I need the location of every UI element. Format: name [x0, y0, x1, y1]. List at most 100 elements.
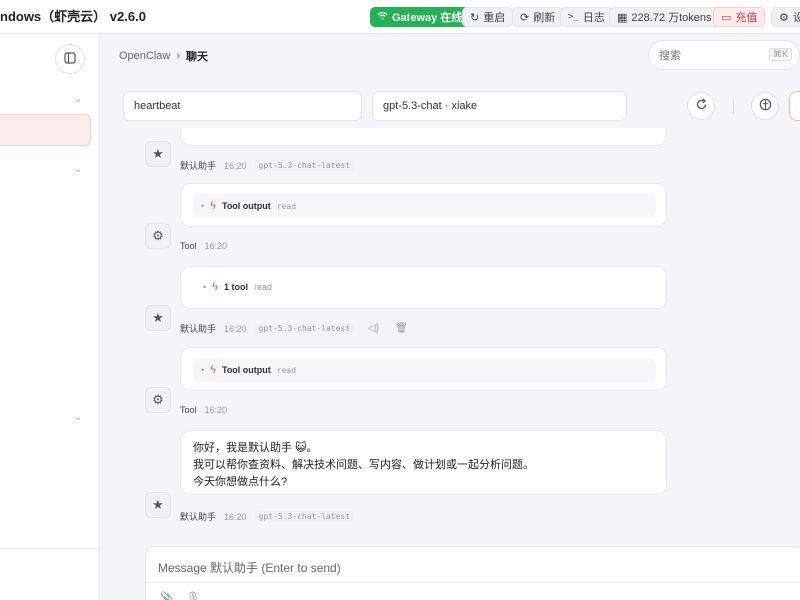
logs-label: 日志	[582, 12, 605, 24]
message-composer[interactable]: Message 默认助手 (Enter to send) 📎 🎙	[145, 546, 800, 600]
recharge-button[interactable]: ▭ 充值	[713, 7, 766, 27]
breadcrumb-separator: ›	[176, 50, 181, 62]
calendar-icon: ▦	[617, 11, 628, 24]
paperclip-icon[interactable]: 📎	[160, 591, 174, 600]
breadcrumb: OpenClaw › 聊天	[119, 48, 208, 64]
sender-name: 默认助手	[180, 161, 217, 171]
microphone-icon[interactable]: 🎙	[186, 591, 200, 600]
recharge-label: 充值	[735, 12, 758, 24]
star-icon: ★	[152, 497, 164, 512]
sidebar-item-active[interactable]	[0, 114, 91, 146]
tool-output-bubble: • ϟ Tool output read	[180, 347, 667, 391]
breadcrumb-root[interactable]: OpenClaw	[119, 50, 170, 62]
sender-name: Tool	[180, 405, 197, 415]
gear-icon: ⚙	[152, 392, 164, 407]
top-bar: ndows（虾壳云） v2.6.0 Gateway 在线 ↻ 重启 ⟳ 刷新 >…	[0, 0, 800, 34]
tool-avatar: ⚙	[145, 387, 171, 413]
model-tag: gpt-5.3-chat-latest	[254, 323, 355, 334]
model-tag: gpt-5.3-chat-latest	[254, 511, 355, 522]
message-meta: 默认助手 16:20 gpt-5.3-chat-latest	[180, 159, 355, 172]
tool-label: Tool output	[221, 365, 271, 375]
sender-name: Tool	[180, 241, 197, 251]
message-meta: 默认助手 16:20 gpt-5.3-chat-latest ◁) 🗑	[180, 322, 408, 335]
tool-arg: read	[276, 365, 297, 375]
tool-output-row[interactable]: • ϟ Tool output read	[193, 358, 656, 382]
assistant-message-bubble: 你好，我是默认助手 😺。 我可以帮你查资料、解决技术问题、写内容、做计划或一起分…	[180, 430, 667, 495]
composer-divider	[146, 582, 800, 583]
chevron-down-icon[interactable]: ⌄	[74, 164, 82, 175]
message-meta: Tool 16:20	[180, 405, 227, 415]
lightning-icon: ϟ	[212, 281, 218, 293]
sidebar-divider	[0, 548, 100, 549]
message-time: 16:20	[204, 405, 228, 415]
session-select[interactable]: heartbeat	[123, 91, 362, 121]
tool-label: Tool output	[221, 201, 271, 211]
restart-button[interactable]: ↻ 重启	[462, 7, 514, 27]
message-input[interactable]: Message 默认助手 (Enter to send)	[158, 559, 341, 576]
message-time: 16:20	[224, 323, 247, 334]
assistant-avatar: ★	[145, 141, 171, 167]
refresh-button[interactable]: ⟳ 刷新	[512, 7, 564, 27]
message-time: 16:20	[224, 511, 247, 522]
model-select[interactable]: gpt-5.3-chat · xiake	[372, 91, 627, 121]
speaker-icon[interactable]: ◁)	[368, 323, 379, 334]
assistant-avatar: ★	[145, 305, 171, 331]
sender-name: 默认助手	[180, 324, 217, 334]
tool-arg: read	[276, 201, 297, 211]
chevron-down-icon[interactable]: ⌄	[74, 94, 82, 105]
brain-icon	[759, 98, 772, 114]
search-placeholder: 搜索	[659, 50, 681, 62]
assistant-avatar: ★	[145, 492, 171, 518]
message-meta: Tool 16:20	[180, 241, 227, 251]
wifi-icon	[377, 11, 388, 23]
tool-output-bubble: • ϟ Tool output read	[180, 183, 667, 227]
logs-button[interactable]: >_ 日志	[560, 7, 613, 27]
tool-avatar: ⚙	[145, 223, 171, 249]
think-toggle-button[interactable]	[751, 92, 779, 120]
message-time: 16:20	[224, 160, 247, 171]
bullet-icon: •	[201, 365, 205, 375]
message-line: 你好，我是默认助手 😺。	[193, 442, 318, 454]
refresh-chat-button[interactable]	[687, 92, 715, 120]
gear-icon: ⚙	[152, 228, 164, 243]
tool-call-row[interactable]: • ϟ 1 tool read	[203, 281, 272, 293]
settings-label: 设	[792, 12, 800, 24]
refresh-icon: ⟳	[520, 11, 530, 24]
sidebar: ⌄ ⌄ ⌄	[0, 34, 100, 600]
toolbar-divider	[733, 98, 734, 114]
search-input[interactable]: 搜索 ⌘K	[648, 40, 800, 70]
bullet-icon: •	[201, 201, 205, 211]
app-title: ndows（虾壳云） v2.6.0	[0, 9, 146, 24]
tool-arg: read	[253, 282, 272, 292]
refresh-label: 刷新	[533, 12, 556, 24]
search-shortcut: ⌘K	[769, 48, 793, 61]
trash-icon[interactable]: 🗑	[395, 323, 408, 334]
model-value: gpt-5.3-chat · xiake	[383, 100, 478, 112]
tool-output-row[interactable]: • ϟ Tool output read	[193, 194, 656, 218]
card-icon: ▭	[721, 11, 732, 24]
lightning-icon: ϟ	[210, 200, 216, 212]
gateway-status-button[interactable]: Gateway 在线	[370, 7, 470, 27]
message-line: 我可以帮你查资料、解决技术问题、写内容、做计划或一起分析问题。	[193, 459, 534, 471]
star-icon: ★	[152, 146, 164, 161]
message-time: 16:20	[204, 241, 228, 251]
session-value: heartbeat	[134, 100, 181, 112]
tool-call-bubble: • ϟ 1 tool read	[180, 266, 667, 309]
message-bubble-partial	[180, 128, 667, 146]
gateway-status-label: Gateway 在线	[392, 12, 463, 24]
settings-button[interactable]: ⚙ 设	[771, 7, 800, 27]
restart-icon: ↻	[470, 11, 480, 24]
gear-icon: ⚙	[779, 11, 789, 24]
edit-button[interactable]: ✎	[789, 91, 800, 121]
message-meta: 默认助手 16:20 gpt-5.3-chat-latest	[180, 510, 355, 523]
chevron-down-icon[interactable]: ⌄	[74, 412, 82, 423]
terminal-icon: >_	[568, 12, 579, 22]
model-tag: gpt-5.3-chat-latest	[254, 160, 355, 171]
assistant-message-text: 你好，我是默认助手 😺。 我可以帮你查资料、解决技术问题、写内容、做计划或一起分…	[193, 440, 534, 491]
star-icon: ★	[152, 310, 164, 325]
sidebar-toggle-button[interactable]	[55, 44, 85, 74]
sidebar-panel-icon	[64, 51, 76, 67]
refresh-icon	[695, 98, 708, 114]
message-line: 今天你想做点什么?	[193, 476, 288, 488]
tokens-badge[interactable]: ▦ 228.72 万tokens	[609, 7, 720, 27]
